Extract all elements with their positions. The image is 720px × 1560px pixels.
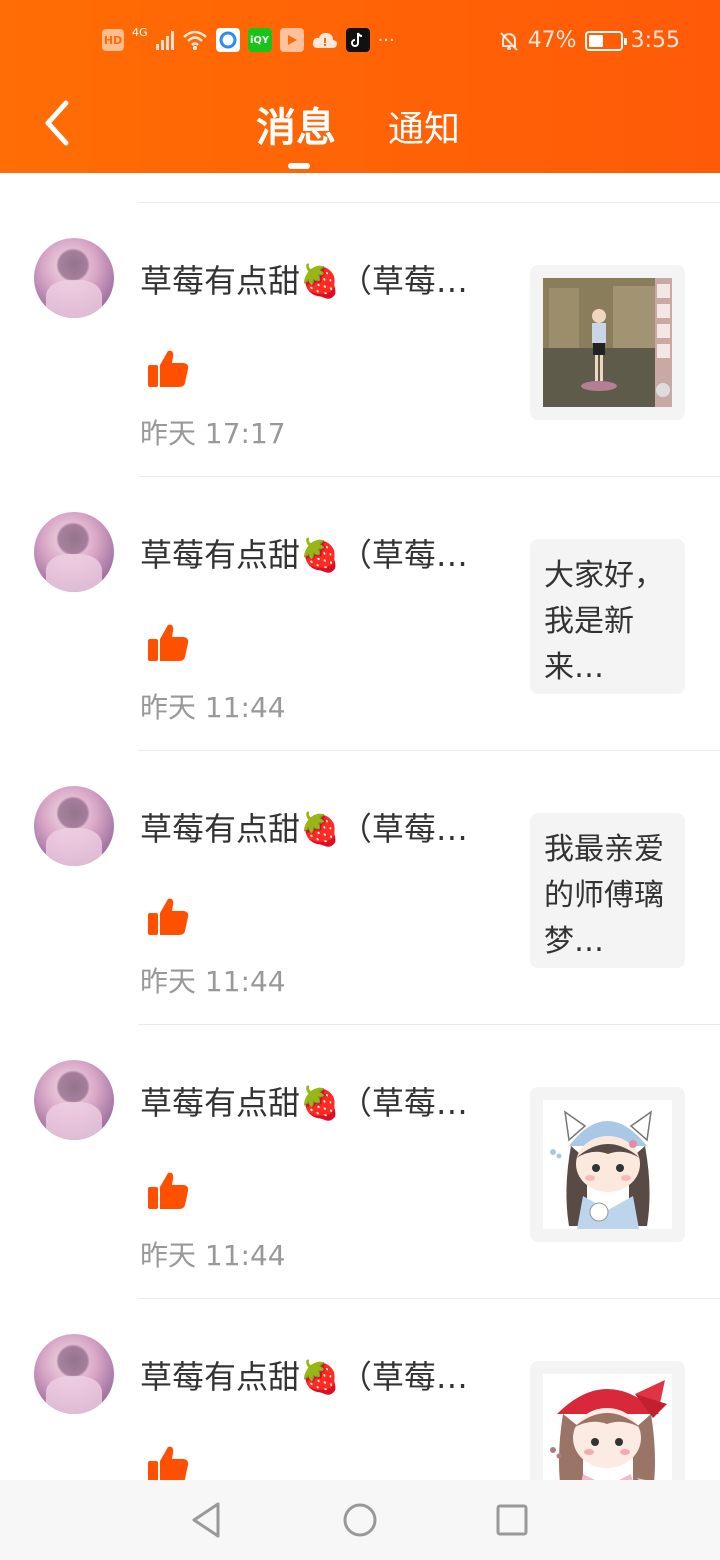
- message-list[interactable]: 草莓有点甜🍓（草莓… 昨天 17:17 草莓有点甜🍓（草莓… 昨天 11:44 …: [0, 173, 720, 1480]
- iqiyi-app-icon: iQY: [247, 28, 272, 52]
- hd-badge: HD: [102, 29, 124, 51]
- timestamp: 昨天 11:44: [140, 1239, 286, 1272]
- user-name: 草莓有点甜🍓（草莓…: [140, 810, 468, 848]
- thumbs-up-icon: [148, 1446, 189, 1480]
- cloud-alert-icon: [312, 32, 337, 48]
- preview-text: 大家好，我是新来…: [544, 558, 664, 685]
- thumbs-up-icon: [148, 898, 189, 935]
- browser-app-icon: [215, 28, 240, 52]
- battery-level-fill: [588, 34, 603, 47]
- anime-girl-red-bow-thumbnail: [543, 1374, 672, 1480]
- post-preview[interactable]: [530, 1361, 685, 1480]
- signal-icon: [155, 30, 174, 50]
- system-nav-bar: [0, 1480, 720, 1560]
- thumbs-up-icon: [148, 350, 189, 387]
- list-item[interactable]: 草莓有点甜🍓（草莓… 昨天 11:44 我最亲爱的师傅璃梦…: [0, 750, 720, 1024]
- more-notifications-indicator: ···: [377, 29, 395, 51]
- thumbs-up-icon: [148, 1172, 189, 1209]
- chevron-left-icon: [45, 100, 69, 146]
- list-item[interactable]: 草莓有点甜🍓（草莓… 昨天 11:44: [0, 1024, 720, 1298]
- avatar[interactable]: [34, 238, 114, 318]
- battery-icon: [584, 30, 627, 51]
- recents-square-icon[interactable]: [492, 1500, 532, 1540]
- tab-messages[interactable]: 消息: [256, 95, 336, 153]
- app-header: HD 4G iQY ··· 47% 3:55 消息 通知: [0, 0, 720, 173]
- anime-girl-cat-hat-thumbnail: [543, 1100, 672, 1229]
- thumbs-up-icon: [148, 624, 189, 661]
- timestamp: 昨天 17:17: [140, 417, 286, 450]
- list-item[interactable]: 草莓有点甜🍓（草莓… 昨天 11:44 大家好，我是新来…: [0, 476, 720, 750]
- active-tab-indicator: [288, 163, 310, 169]
- status-bar: HD 4G iQY ··· 47% 3:55: [0, 0, 720, 84]
- tab-notifications[interactable]: 通知: [388, 100, 460, 152]
- user-name: 草莓有点甜🍓（草莓…: [140, 1358, 468, 1396]
- post-preview[interactable]: [530, 265, 685, 420]
- user-name: 草莓有点甜🍓（草莓…: [140, 262, 468, 300]
- avatar[interactable]: [34, 512, 114, 592]
- list-item[interactable]: 草莓有点甜🍓（草莓… 昨天 17:17: [0, 202, 720, 476]
- timestamp: 昨天 11:44: [140, 691, 286, 724]
- bell-muted-icon: [499, 31, 518, 51]
- status-right-icons: 47% 3:55: [498, 28, 680, 53]
- clock: 3:55: [630, 28, 680, 53]
- avatar[interactable]: [34, 1060, 114, 1140]
- back-triangle-icon[interactable]: [186, 1500, 226, 1540]
- timestamp: 昨天 11:44: [140, 965, 286, 998]
- user-name: 草莓有点甜🍓（草莓…: [140, 1084, 468, 1122]
- home-circle-icon[interactable]: [340, 1500, 380, 1540]
- wifi-icon: [182, 30, 207, 50]
- user-name: 草莓有点甜🍓（草莓…: [140, 536, 468, 574]
- video-app-icon: [279, 28, 304, 52]
- status-left-icons: HD 4G iQY ···: [102, 25, 395, 52]
- post-preview[interactable]: [530, 1087, 685, 1242]
- back-button[interactable]: [36, 97, 80, 149]
- post-preview[interactable]: 大家好，我是新来…: [530, 539, 685, 694]
- avatar[interactable]: [34, 1334, 114, 1414]
- network-gen-label: 4G: [132, 25, 148, 39]
- post-preview[interactable]: 我最亲爱的师傅璃梦…: [530, 813, 685, 968]
- preview-text: 我最亲爱的师傅璃梦…: [544, 832, 664, 959]
- battery-percent: 47%: [527, 28, 577, 53]
- list-item[interactable]: 草莓有点甜🍓（草莓…: [0, 1298, 720, 1480]
- tiktok-app-icon: [345, 28, 370, 52]
- avatar[interactable]: [34, 786, 114, 866]
- game-screenshot-thumbnail: [543, 278, 672, 407]
